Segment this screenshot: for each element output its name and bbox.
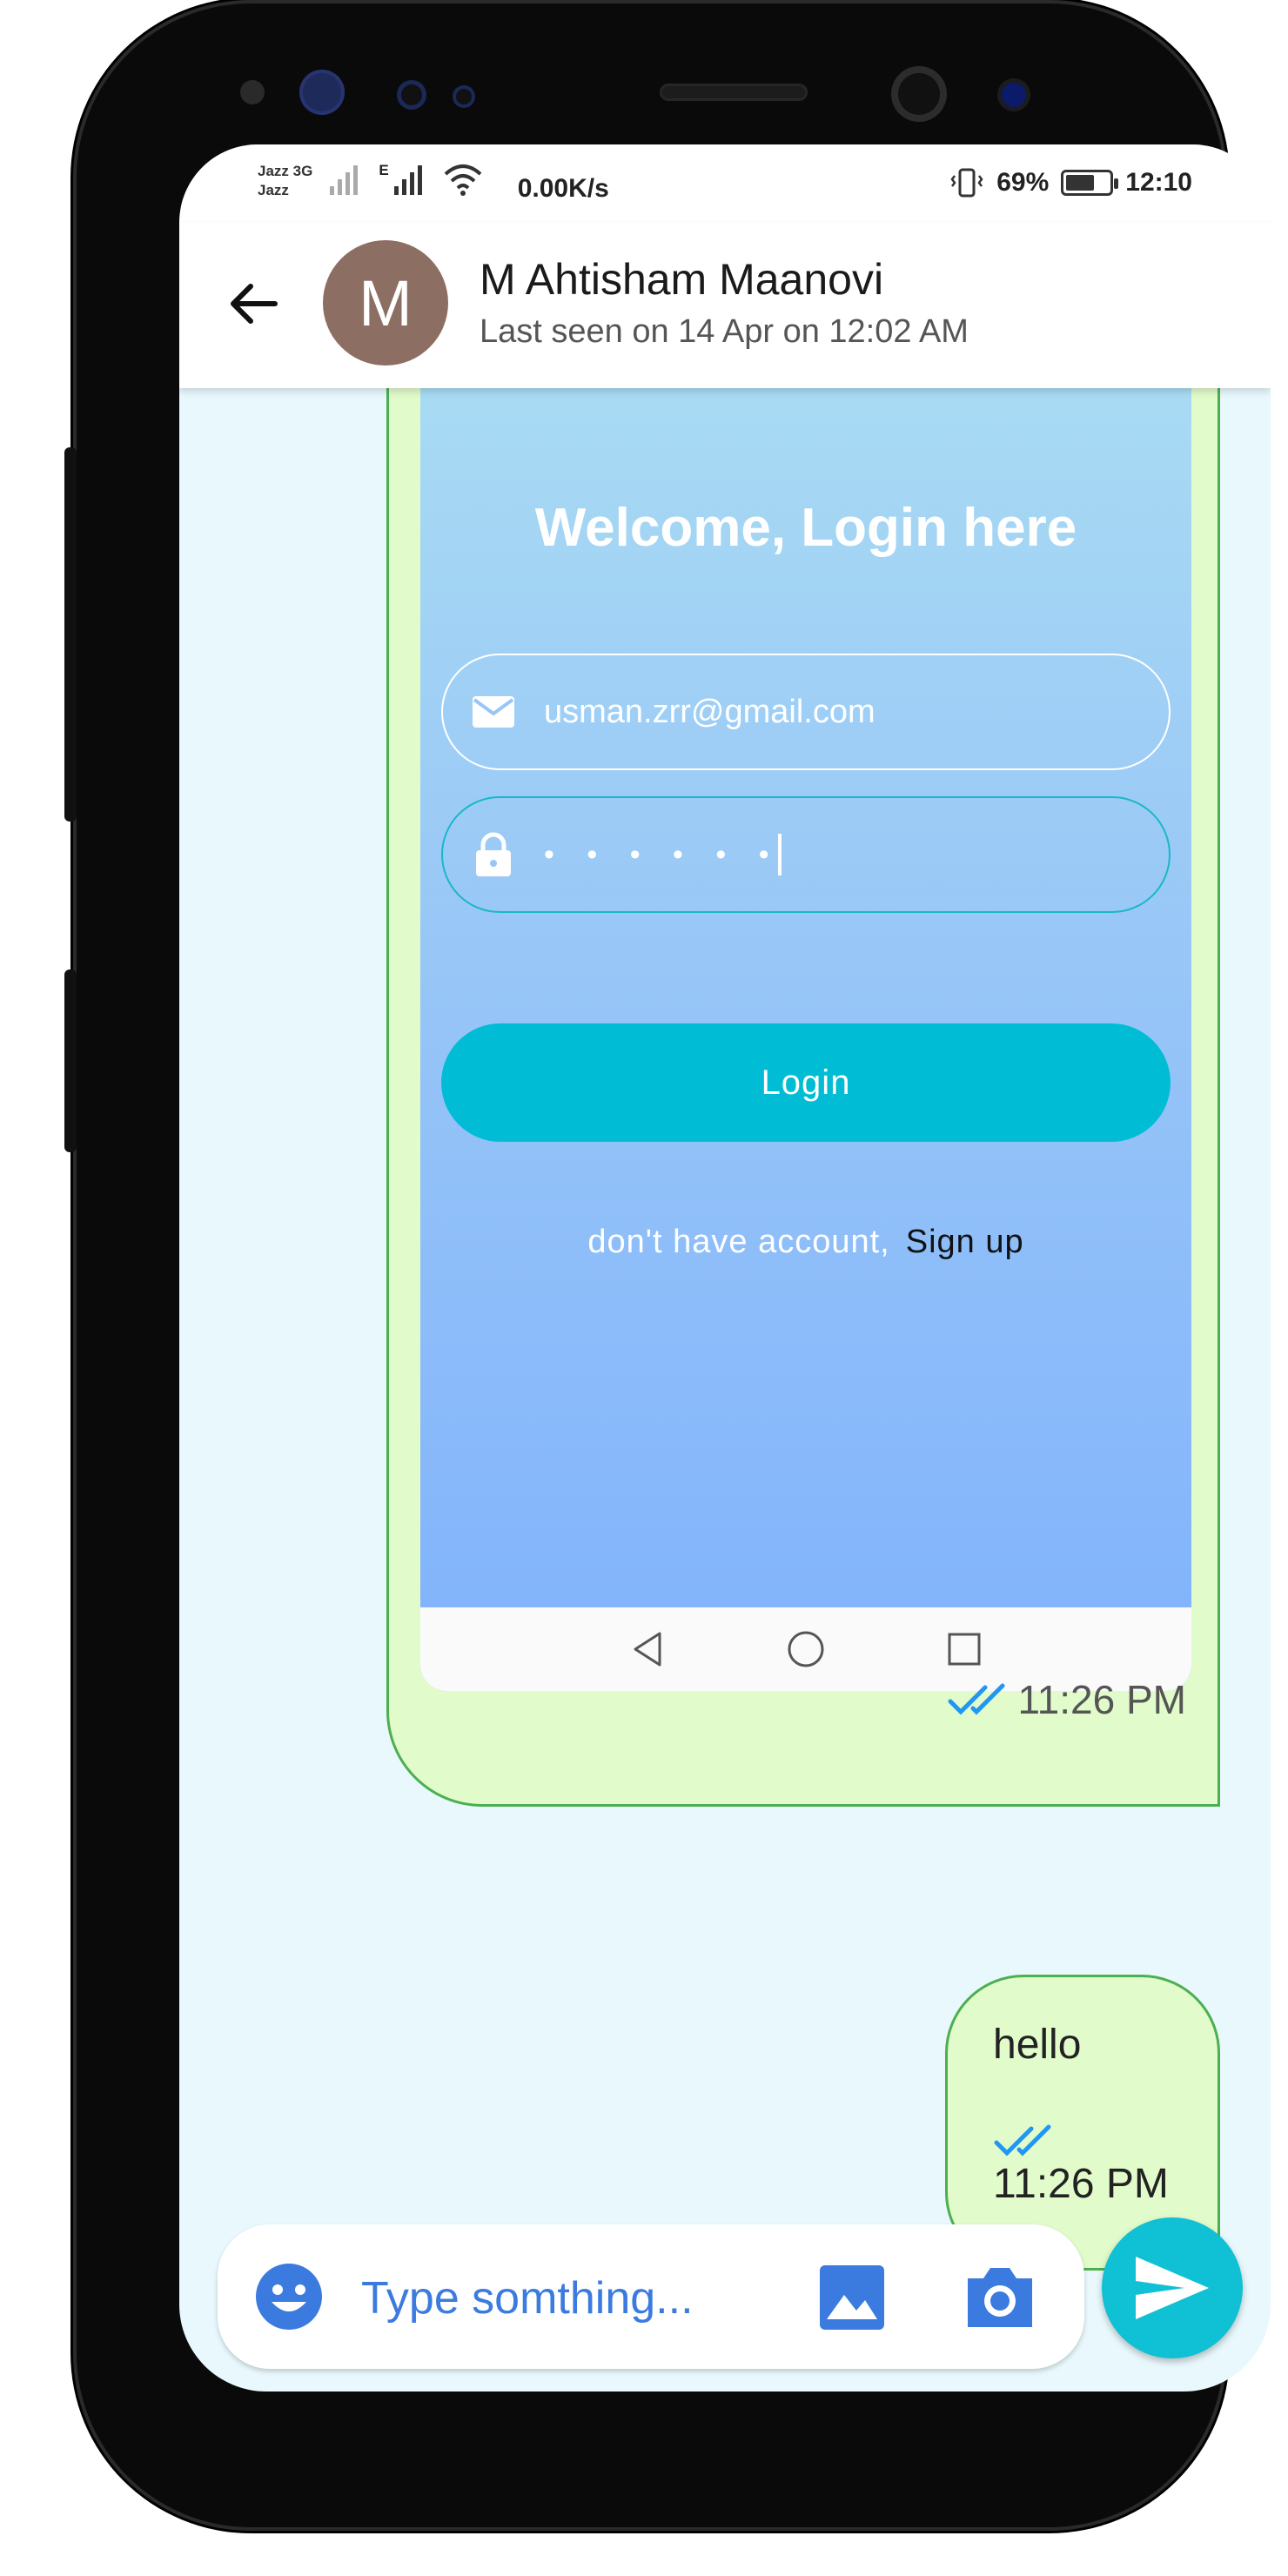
message-time: 11:26 PM bbox=[1017, 1677, 1186, 1722]
nav-home-icon bbox=[788, 1631, 824, 1667]
nav-recents-icon bbox=[948, 1633, 981, 1666]
speaker-grille bbox=[660, 84, 808, 101]
carrier-2: Jazz bbox=[258, 182, 289, 198]
nav-back-icon bbox=[634, 1632, 661, 1667]
contact-name[interactable]: M Ahtisham Maanovi bbox=[480, 254, 883, 305]
sensor-icon bbox=[240, 80, 265, 104]
back-arrow-icon[interactable] bbox=[223, 273, 284, 334]
status-bar: Jazz 3G Jazz E 0.00K/s 69% 12:10 bbox=[179, 144, 1271, 223]
chat-header: M M Ahtisham Maanovi Last seen on 14 Apr… bbox=[179, 223, 1271, 388]
app-screen: Jazz 3G Jazz E 0.00K/s 69% 12:10 M M Aht… bbox=[179, 144, 1271, 2392]
sensor-icon bbox=[299, 70, 345, 115]
wifi-icon bbox=[444, 164, 482, 196]
screenshot-password-field: • • • • • • bbox=[441, 796, 1171, 913]
last-seen-status: Last seen on 14 Apr on 12:02 AM bbox=[480, 313, 969, 350]
side-button bbox=[64, 447, 77, 822]
send-button[interactable] bbox=[1102, 2217, 1243, 2358]
mail-icon bbox=[469, 688, 518, 736]
battery-percent: 69% bbox=[996, 168, 1050, 197]
camera-icon[interactable] bbox=[963, 2259, 1037, 2334]
battery-icon bbox=[1061, 170, 1119, 196]
clock: 12:10 bbox=[1125, 168, 1192, 197]
message-input[interactable] bbox=[361, 2268, 753, 2329]
sensor-icon bbox=[397, 80, 426, 110]
message-list[interactable]: Welcome, Login here usman.zrr@gmail.com … bbox=[179, 353, 1271, 2392]
signal-icon bbox=[393, 165, 422, 195]
image-message-bubble[interactable]: Welcome, Login here usman.zrr@gmail.com … bbox=[386, 353, 1220, 1807]
shared-screenshot-image[interactable]: Welcome, Login here usman.zrr@gmail.com … bbox=[420, 353, 1191, 1691]
screenshot-email-field: usman.zrr@gmail.com bbox=[441, 654, 1171, 770]
phone-frame: Jazz 3G Jazz E 0.00K/s 69% 12:10 M M Aht… bbox=[64, 3, 1271, 2527]
screenshot-signup-prompt: don't have account, bbox=[587, 1224, 890, 1260]
screenshot-signup-link: Sign up bbox=[905, 1224, 1024, 1260]
sensor-icon bbox=[453, 85, 475, 108]
message-text: hello bbox=[993, 2022, 1082, 2068]
screenshot-email-value: usman.zrr@gmail.com bbox=[544, 693, 875, 730]
front-camera-icon bbox=[891, 66, 947, 122]
screenshot-signup-row: don't have account, Sign up bbox=[420, 1224, 1191, 1261]
network-speed: 0.00K/s bbox=[517, 174, 609, 203]
signal-icon bbox=[330, 165, 359, 195]
side-button bbox=[64, 969, 77, 1152]
double-check-icon bbox=[994, 2124, 1051, 2157]
vibrate-icon bbox=[950, 168, 983, 198]
double-check-icon bbox=[948, 1683, 1005, 1715]
carrier-2-network: E bbox=[379, 162, 389, 178]
message-time: 11:26 PM bbox=[993, 2161, 1169, 2207]
emoji-icon[interactable] bbox=[254, 2262, 324, 2331]
image-gallery-icon[interactable] bbox=[818, 2264, 886, 2331]
send-icon bbox=[1136, 2257, 1209, 2319]
screenshot-title: Welcome, Login here bbox=[534, 498, 1077, 558]
screenshot-password-value: • • • • • • bbox=[544, 837, 782, 871]
avatar[interactable]: M bbox=[323, 240, 448, 366]
sensor-icon bbox=[997, 78, 1030, 111]
message-composer bbox=[218, 2224, 1084, 2369]
message-meta: 11:26 PM bbox=[947, 1676, 1186, 1723]
carrier-1-network: 3G bbox=[292, 163, 313, 179]
carrier-1: Jazz bbox=[258, 163, 289, 179]
screenshot-login-button: Login bbox=[441, 1023, 1171, 1142]
lock-icon bbox=[469, 830, 518, 879]
text-caret bbox=[777, 834, 782, 875]
